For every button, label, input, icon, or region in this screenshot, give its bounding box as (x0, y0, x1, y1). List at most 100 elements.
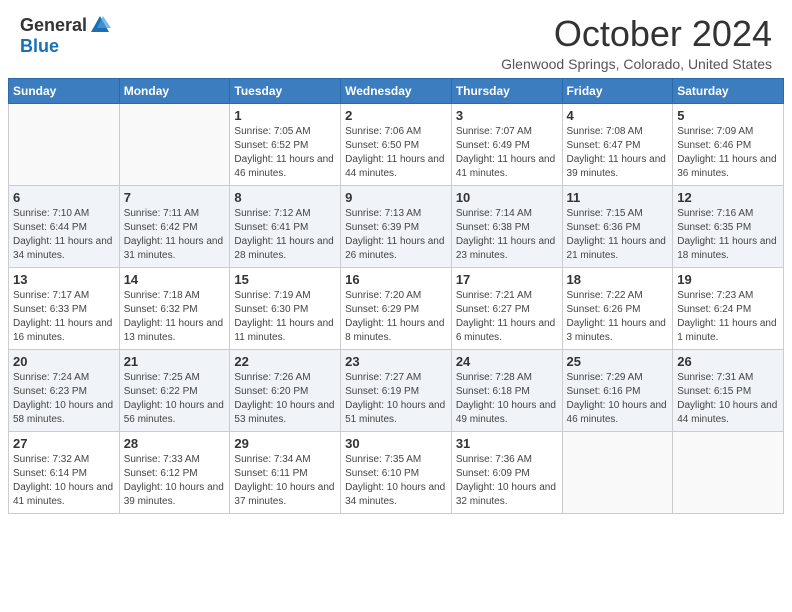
logo-blue-text: Blue (20, 36, 59, 57)
logo-icon (89, 14, 111, 36)
day-number: 30 (345, 436, 447, 451)
day-info: Sunrise: 7:23 AM Sunset: 6:24 PM Dayligh… (677, 289, 779, 345)
day-number: 10 (456, 190, 558, 205)
day-number: 16 (345, 272, 447, 287)
day-info: Sunrise: 7:08 AM Sunset: 6:47 PM Dayligh… (567, 125, 669, 181)
calendar-cell: 21 Sunrise: 7:25 AM Sunset: 6:22 PM Dayli… (119, 349, 230, 431)
day-info: Sunrise: 7:25 AM Sunset: 6:22 PM Dayligh… (124, 371, 226, 427)
day-number: 11 (567, 190, 669, 205)
day-info: Sunrise: 7:19 AM Sunset: 6:30 PM Dayligh… (234, 289, 336, 345)
calendar-cell: 3 Sunrise: 7:07 AM Sunset: 6:49 PM Daylig… (451, 103, 562, 185)
day-info: Sunrise: 7:36 AM Sunset: 6:09 PM Dayligh… (456, 453, 558, 509)
day-number: 18 (567, 272, 669, 287)
logo: General Blue (20, 14, 111, 57)
calendar-cell (673, 431, 784, 513)
calendar-header-friday: Friday (562, 78, 673, 103)
day-info: Sunrise: 7:12 AM Sunset: 6:41 PM Dayligh… (234, 207, 336, 263)
calendar-cell: 16 Sunrise: 7:20 AM Sunset: 6:29 PM Dayli… (341, 267, 452, 349)
day-info: Sunrise: 7:05 AM Sunset: 6:52 PM Dayligh… (234, 125, 336, 181)
day-info: Sunrise: 7:27 AM Sunset: 6:19 PM Dayligh… (345, 371, 447, 427)
day-info: Sunrise: 7:15 AM Sunset: 6:36 PM Dayligh… (567, 207, 669, 263)
day-info: Sunrise: 7:06 AM Sunset: 6:50 PM Dayligh… (345, 125, 447, 181)
day-number: 1 (234, 108, 336, 123)
day-number: 12 (677, 190, 779, 205)
calendar-cell: 18 Sunrise: 7:22 AM Sunset: 6:26 PM Dayli… (562, 267, 673, 349)
day-info: Sunrise: 7:14 AM Sunset: 6:38 PM Dayligh… (456, 207, 558, 263)
day-number: 29 (234, 436, 336, 451)
day-number: 21 (124, 354, 226, 369)
day-number: 28 (124, 436, 226, 451)
calendar-cell: 1 Sunrise: 7:05 AM Sunset: 6:52 PM Daylig… (230, 103, 341, 185)
day-number: 14 (124, 272, 226, 287)
calendar-cell: 23Sunrise: 7:27 AM Sunset: 6:19 PM Dayli… (341, 349, 452, 431)
calendar-week-row: 13 Sunrise: 7:17 AM Sunset: 6:33 PM Dayli… (9, 267, 784, 349)
calendar-cell: 24 Sunrise: 7:28 AM Sunset: 6:18 PM Dayli… (451, 349, 562, 431)
calendar-cell (119, 103, 230, 185)
day-info: Sunrise: 7:07 AM Sunset: 6:49 PM Dayligh… (456, 125, 558, 181)
calendar-cell: 25 Sunrise: 7:29 AM Sunset: 6:16 PM Dayli… (562, 349, 673, 431)
calendar-cell: 11 Sunrise: 7:15 AM Sunset: 6:36 PM Dayli… (562, 185, 673, 267)
calendar-header-sunday: Sunday (9, 78, 120, 103)
calendar-cell: 29 Sunrise: 7:34 AM Sunset: 6:11 PM Dayli… (230, 431, 341, 513)
calendar-cell: 12 Sunrise: 7:16 AM Sunset: 6:35 PM Dayli… (673, 185, 784, 267)
calendar-week-row: 27 Sunrise: 7:32 AM Sunset: 6:14 PM Dayli… (9, 431, 784, 513)
day-number: 22 (234, 354, 336, 369)
day-info: Sunrise: 7:28 AM Sunset: 6:18 PM Dayligh… (456, 371, 558, 427)
calendar-header-wednesday: Wednesday (341, 78, 452, 103)
calendar-cell: 10 Sunrise: 7:14 AM Sunset: 6:38 PM Dayli… (451, 185, 562, 267)
calendar-week-row: 1 Sunrise: 7:05 AM Sunset: 6:52 PM Daylig… (9, 103, 784, 185)
month-title: October 2024 (501, 14, 772, 54)
day-info: Sunrise: 7:22 AM Sunset: 6:26 PM Dayligh… (567, 289, 669, 345)
day-info: Sunrise: 7:32 AM Sunset: 6:14 PM Dayligh… (13, 453, 115, 509)
calendar-table: SundayMondayTuesdayWednesdayThursdayFrid… (8, 78, 784, 514)
day-number: 4 (567, 108, 669, 123)
calendar-container: SundayMondayTuesdayWednesdayThursdayFrid… (0, 78, 792, 524)
day-info: Sunrise: 7:31 AM Sunset: 6:15 PM Dayligh… (677, 371, 779, 427)
day-info: Sunrise: 7:26 AM Sunset: 6:20 PM Dayligh… (234, 371, 336, 427)
day-info: Sunrise: 7:29 AM Sunset: 6:16 PM Dayligh… (567, 371, 669, 427)
day-info: Sunrise: 7:35 AM Sunset: 6:10 PM Dayligh… (345, 453, 447, 509)
day-number: 26 (677, 354, 779, 369)
calendar-cell (562, 431, 673, 513)
day-number: 27 (13, 436, 115, 451)
day-number: 19 (677, 272, 779, 287)
calendar-cell: 26 Sunrise: 7:31 AM Sunset: 6:15 PM Dayli… (673, 349, 784, 431)
day-number: 20 (13, 354, 115, 369)
calendar-cell: 31 Sunrise: 7:36 AM Sunset: 6:09 PM Dayli… (451, 431, 562, 513)
day-number: 31 (456, 436, 558, 451)
day-info: Sunrise: 7:10 AM Sunset: 6:44 PM Dayligh… (13, 207, 115, 263)
calendar-cell: 5Sunrise: 7:09 AM Sunset: 6:46 PM Daylig… (673, 103, 784, 185)
location-title: Glenwood Springs, Colorado, United State… (501, 56, 772, 72)
day-info: Sunrise: 7:34 AM Sunset: 6:11 PM Dayligh… (234, 453, 336, 509)
day-info: Sunrise: 7:33 AM Sunset: 6:12 PM Dayligh… (124, 453, 226, 509)
day-info: Sunrise: 7:20 AM Sunset: 6:29 PM Dayligh… (345, 289, 447, 345)
day-info: Sunrise: 7:13 AM Sunset: 6:39 PM Dayligh… (345, 207, 447, 263)
calendar-cell: 20 Sunrise: 7:24 AM Sunset: 6:23 PM Dayli… (9, 349, 120, 431)
calendar-cell: 4 Sunrise: 7:08 AM Sunset: 6:47 PM Daylig… (562, 103, 673, 185)
day-info: Sunrise: 7:24 AM Sunset: 6:23 PM Dayligh… (13, 371, 115, 427)
day-number: 8 (234, 190, 336, 205)
day-info: Sunrise: 7:17 AM Sunset: 6:33 PM Dayligh… (13, 289, 115, 345)
calendar-cell: 22 Sunrise: 7:26 AM Sunset: 6:20 PM Dayli… (230, 349, 341, 431)
calendar-cell (9, 103, 120, 185)
logo-general-text: General (20, 15, 87, 36)
day-number: 25 (567, 354, 669, 369)
day-number: 24 (456, 354, 558, 369)
title-block: October 2024 Glenwood Springs, Colorado,… (501, 14, 772, 72)
calendar-cell: 28 Sunrise: 7:33 AM Sunset: 6:12 PM Dayli… (119, 431, 230, 513)
calendar-cell: 19 Sunrise: 7:23 AM Sunset: 6:24 PM Dayli… (673, 267, 784, 349)
day-number: 5 (677, 108, 779, 123)
day-number: 15 (234, 272, 336, 287)
calendar-header-saturday: Saturday (673, 78, 784, 103)
calendar-cell: 27 Sunrise: 7:32 AM Sunset: 6:14 PM Dayli… (9, 431, 120, 513)
day-number: 3 (456, 108, 558, 123)
day-info: Sunrise: 7:16 AM Sunset: 6:35 PM Dayligh… (677, 207, 779, 263)
calendar-cell: 6Sunrise: 7:10 AM Sunset: 6:44 PM Daylig… (9, 185, 120, 267)
calendar-cell: 14Sunrise: 7:18 AM Sunset: 6:32 PM Dayli… (119, 267, 230, 349)
day-info: Sunrise: 7:21 AM Sunset: 6:27 PM Dayligh… (456, 289, 558, 345)
calendar-cell: 9 Sunrise: 7:13 AM Sunset: 6:39 PM Daylig… (341, 185, 452, 267)
calendar-cell: 15 Sunrise: 7:19 AM Sunset: 6:30 PM Dayli… (230, 267, 341, 349)
calendar-header-monday: Monday (119, 78, 230, 103)
day-number: 9 (345, 190, 447, 205)
day-number: 13 (13, 272, 115, 287)
